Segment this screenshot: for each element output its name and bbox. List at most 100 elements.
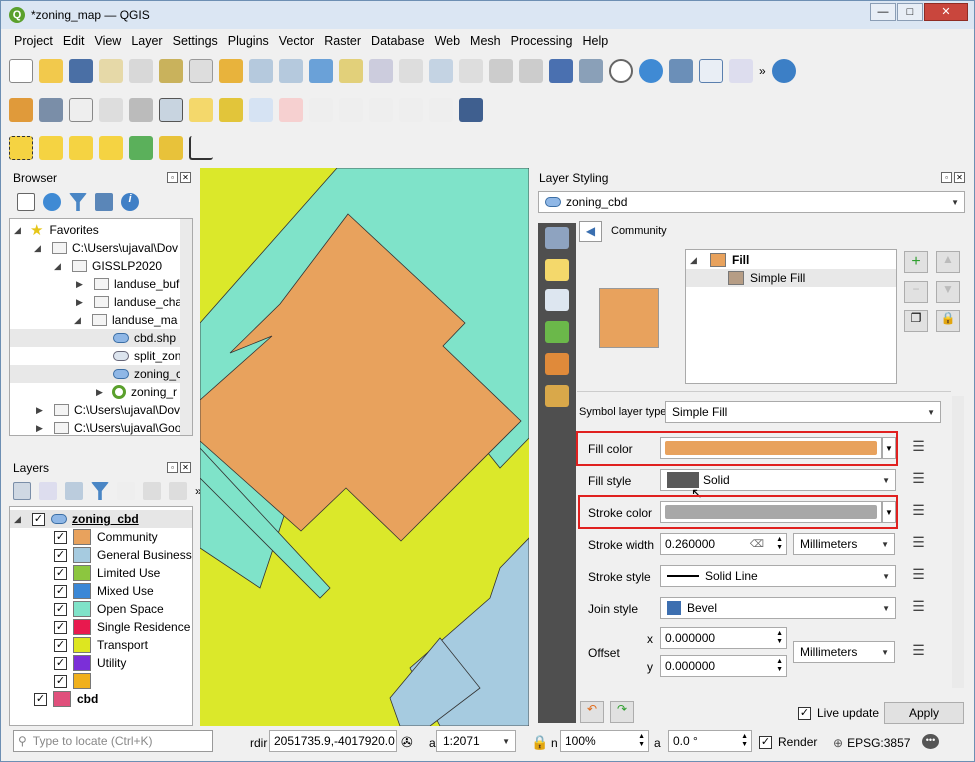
back-button[interactable]: ◀ xyxy=(579,221,602,242)
zoom-in-icon[interactable] xyxy=(249,59,273,83)
properties-scrollbar[interactable] xyxy=(952,396,964,688)
legend-class-item[interactable]: ✓ Utility xyxy=(54,654,126,672)
collapse-all-icon[interactable] xyxy=(95,193,113,211)
stroke-width-unit-combo[interactable]: Millimeters ▼ xyxy=(793,533,895,555)
diagram-tool-icon[interactable] xyxy=(219,98,243,122)
magnifier-spinbox[interactable]: 100% ▲ ▼ xyxy=(560,730,649,752)
zoom-last-icon[interactable] xyxy=(429,59,453,83)
class-visibility-checkbox[interactable]: ✓ xyxy=(54,638,67,652)
class-visibility-checkbox[interactable]: ✓ xyxy=(54,656,67,670)
layer-item-cbd[interactable]: ✓ cbd xyxy=(34,690,98,708)
symbol-tree-fill[interactable]: ◢ Fill xyxy=(690,251,749,269)
scale-combo[interactable]: 1:2071 ▼ xyxy=(436,730,516,752)
legend-class-item[interactable]: ✓ Transport xyxy=(54,636,148,654)
browser-item[interactable]: ▶ zoning_r xyxy=(96,383,177,401)
vertex-tool-icon[interactable] xyxy=(69,98,93,122)
menu-project[interactable]: Project xyxy=(9,34,58,48)
redo-button[interactable]: ↷ xyxy=(610,701,634,723)
new-project-icon[interactable] xyxy=(9,59,33,83)
browser-item[interactable]: split_zon xyxy=(113,347,181,365)
refresh-icon[interactable] xyxy=(43,193,61,211)
select-by-location-icon[interactable] xyxy=(99,136,123,160)
new-print-layout-icon[interactable] xyxy=(99,59,123,83)
crs-button[interactable]: ⊕ EPSG:3857 xyxy=(833,736,910,750)
data-defined-override-icon[interactable]: ☰ xyxy=(906,598,931,620)
locator-search-input[interactable]: ⚲ Type to locate (Ctrl+K) xyxy=(13,730,213,752)
menu-processing[interactable]: Processing xyxy=(506,34,578,48)
layer-visibility-checkbox[interactable]: ✓ xyxy=(34,692,47,706)
browser-item[interactable]: ▶ landuse_cha xyxy=(76,293,182,311)
menu-database[interactable]: Database xyxy=(366,34,430,48)
diagrams-tab-icon[interactable] xyxy=(545,353,569,375)
browser-item[interactable]: ◢ ★ Favorites xyxy=(14,221,99,239)
open-project-icon[interactable] xyxy=(39,59,63,83)
highlight-label-icon[interactable] xyxy=(279,98,303,122)
lock-color-button[interactable]: 🔒 xyxy=(936,310,960,332)
new-3d-view-icon[interactable] xyxy=(519,59,543,83)
legend-class-item[interactable]: ✓ General Business xyxy=(54,546,192,564)
fill-color-button[interactable] xyxy=(660,437,882,459)
gps-icon[interactable] xyxy=(129,98,153,122)
clear-icon[interactable]: ⌫ xyxy=(750,539,764,550)
checkbox[interactable]: ✓ xyxy=(759,735,772,749)
offset-y-spinbox[interactable]: 0.000000 ▲ ▼ xyxy=(660,655,787,677)
browser-scrollbar[interactable] xyxy=(180,219,192,435)
refresh-icon[interactable] xyxy=(639,59,663,83)
spin-arrows[interactable]: ▲ ▼ xyxy=(776,536,783,552)
browser-item[interactable]: ▶ C:\Users\ujaval\Dov xyxy=(36,401,180,419)
zoom-next-icon[interactable] xyxy=(459,59,483,83)
spin-arrows[interactable]: ▲ ▼ xyxy=(776,630,783,646)
offset-unit-combo[interactable]: Millimeters ▼ xyxy=(793,641,895,663)
zoom-out-icon[interactable] xyxy=(279,59,303,83)
browser-item[interactable]: ◢ C:\Users\ujaval\Dov xyxy=(34,239,178,257)
toggle-extents-icon[interactable]: ✇ xyxy=(401,734,413,751)
menu-view[interactable]: View xyxy=(89,34,126,48)
layer-item-zoning-cbd[interactable]: ◢ ✓ zoning_cbd xyxy=(10,510,192,528)
class-visibility-checkbox[interactable]: ✓ xyxy=(54,620,67,634)
data-defined-override-icon[interactable]: ☰ xyxy=(906,566,931,588)
move-down-button[interactable]: ▼ xyxy=(936,281,960,303)
live-update-checkbox[interactable]: ✓ Live update xyxy=(798,706,879,720)
save-project-icon[interactable] xyxy=(69,59,93,83)
pan-to-selection-icon[interactable] xyxy=(219,59,243,83)
close-panel-button[interactable]: ✕ xyxy=(180,172,191,183)
move-up-button[interactable]: ▲ xyxy=(936,251,960,273)
legend-class-item[interactable]: ✓ Single Residence xyxy=(54,618,190,636)
new-map-view-icon[interactable] xyxy=(489,59,513,83)
processing-icon[interactable] xyxy=(159,98,183,122)
close-button[interactable]: ✕ xyxy=(924,3,968,21)
legend-class-item[interactable]: ✓ xyxy=(54,672,97,690)
map-canvas[interactable] xyxy=(200,168,529,726)
menu-help[interactable]: Help xyxy=(577,34,613,48)
toolbar-overflow[interactable]: » xyxy=(759,64,766,78)
select-by-expression-icon[interactable] xyxy=(39,136,63,160)
info-icon[interactable]: i xyxy=(121,193,139,211)
float-panel-button[interactable]: ▫ xyxy=(167,462,178,473)
spin-arrows[interactable]: ▲ ▼ xyxy=(741,733,748,749)
remove-symbol-layer-button[interactable]: − xyxy=(904,281,928,303)
menu-mesh[interactable]: Mesh xyxy=(465,34,506,48)
close-panel-button[interactable]: ✕ xyxy=(180,462,191,473)
new-geopackage-icon[interactable] xyxy=(39,98,63,122)
new-bookmark-icon[interactable] xyxy=(549,59,573,83)
data-source-manager-icon[interactable] xyxy=(9,98,33,122)
style-manager-icon[interactable] xyxy=(159,59,183,83)
duplicate-symbol-layer-button[interactable]: ❐ xyxy=(904,310,928,332)
show-bookmarks-icon[interactable] xyxy=(579,59,603,83)
apply-button[interactable]: Apply xyxy=(884,702,964,724)
masks-tab-icon[interactable] xyxy=(545,289,569,311)
fill-color-dropdown[interactable]: ▼ xyxy=(882,437,896,459)
class-visibility-checkbox[interactable]: ✓ xyxy=(54,602,67,616)
legend-class-item[interactable]: ✓ Open Space xyxy=(54,600,164,618)
stroke-style-combo[interactable]: Solid Line ▼ xyxy=(660,565,896,587)
browser-item[interactable]: ▶ landuse_buf xyxy=(76,275,179,293)
menu-vector[interactable]: Vector xyxy=(274,34,319,48)
layer-select-combo[interactable]: zoning_cbd ▼ xyxy=(538,191,965,213)
plugin-globe-icon[interactable] xyxy=(771,59,796,83)
legend-class-item[interactable]: ✓ Limited Use xyxy=(54,564,160,582)
deselect-icon[interactable] xyxy=(69,136,93,160)
data-defined-override-icon[interactable]: ☰ xyxy=(906,534,931,556)
stroke-color-button[interactable] xyxy=(660,501,882,523)
browser-item[interactable]: zoning_c xyxy=(10,365,182,383)
browser-item[interactable]: ◢ GISSLP2020 xyxy=(54,257,162,275)
